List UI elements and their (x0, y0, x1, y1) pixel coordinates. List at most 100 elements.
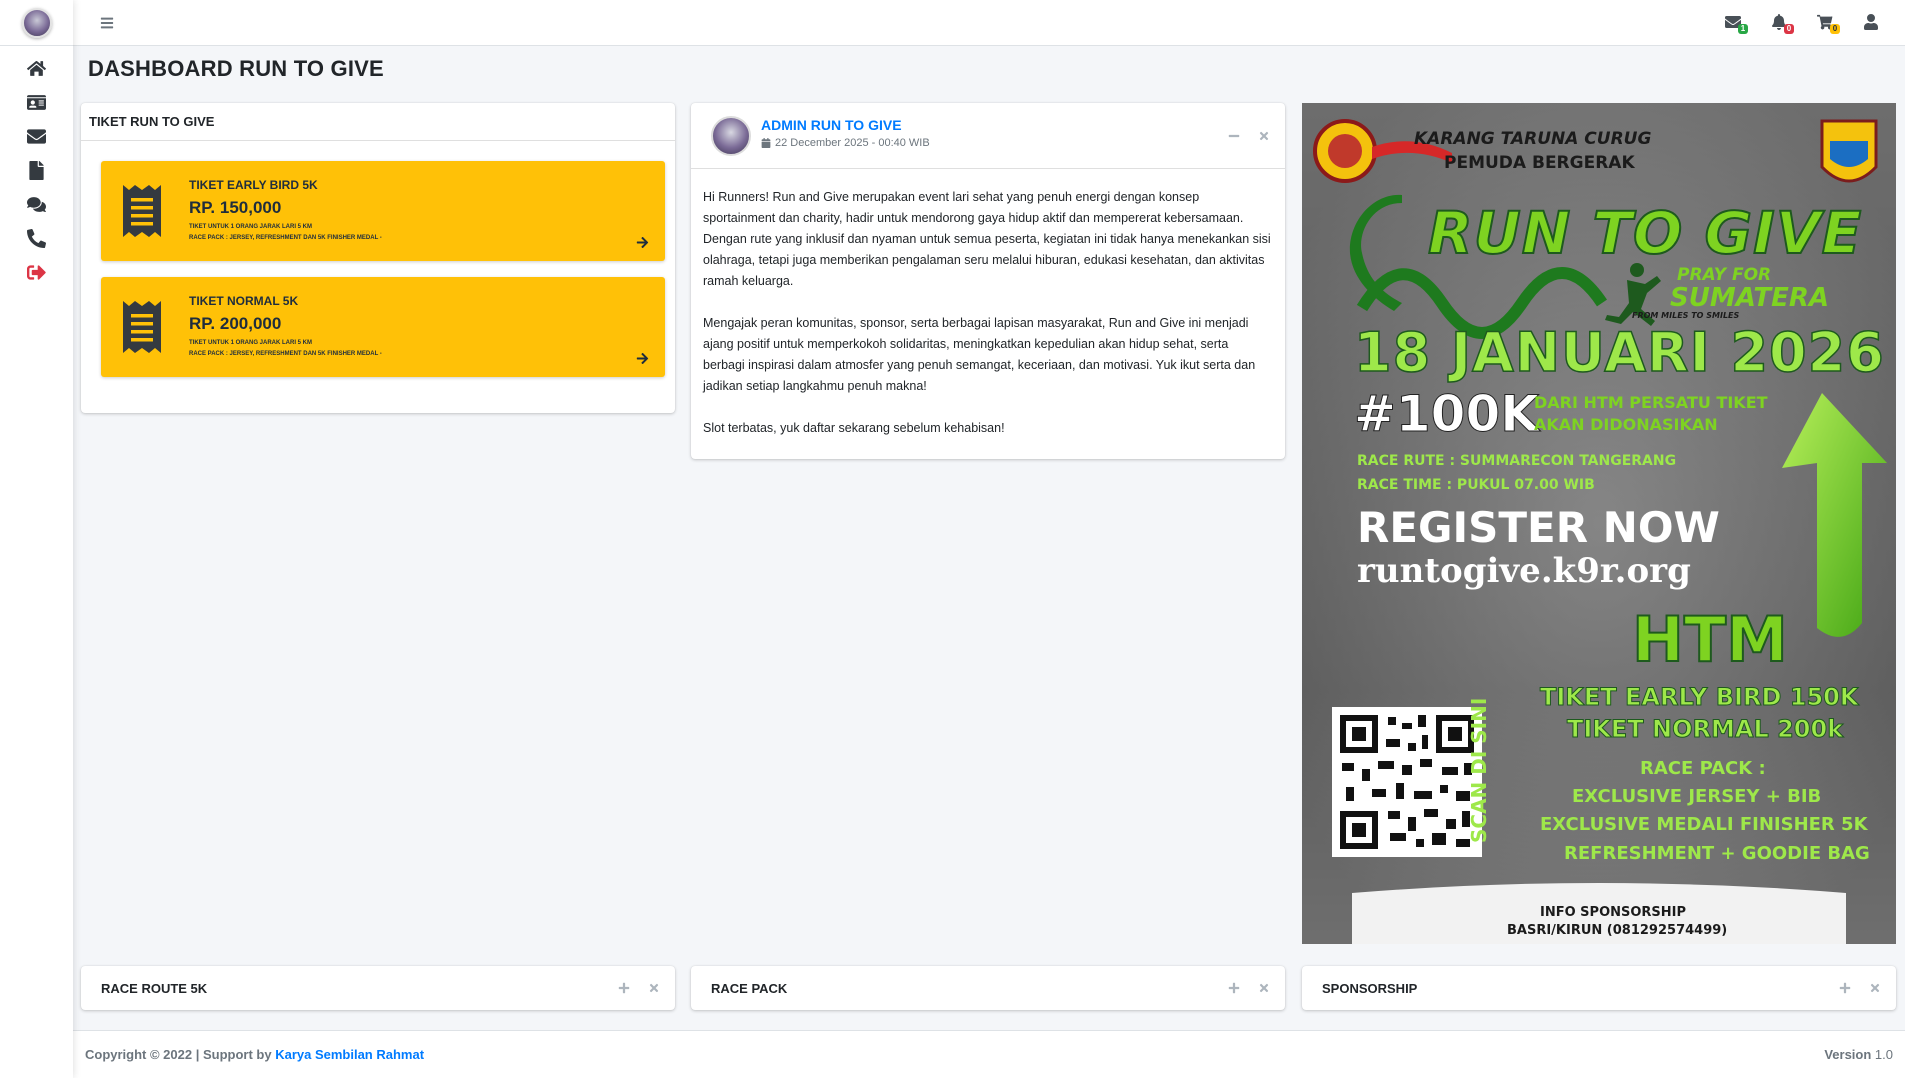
poster-pray: PRAY FOR (1677, 265, 1772, 285)
race-pack-card: RACE PACK (691, 966, 1285, 1010)
post-author[interactable]: ADMIN RUN TO GIVE (761, 117, 902, 133)
messages-button[interactable]: 1 (1719, 8, 1748, 36)
receipt-icon (123, 185, 161, 237)
close-icon (1259, 131, 1269, 140)
plus-icon (618, 982, 630, 994)
card-tools (1227, 966, 1271, 1010)
remove-button[interactable] (647, 981, 661, 995)
event-poster: KARANG TARUNA CURUG PEMUDA BERGERAK RUN … (1302, 103, 1896, 944)
ticket-arrow-button[interactable] (636, 352, 649, 365)
navbar-right-icons: 1 0 0 (1719, 8, 1885, 36)
tickets-card: TIKET RUN TO GIVE TIKET EARLY BIRD 5K RP… (81, 103, 675, 413)
messages-count-badge: 1 (1738, 24, 1748, 34)
poster-racepack-item3: REFRESHMENT + GOODIE BAG (1564, 843, 1870, 864)
ticket-price: RP. 150,000 (189, 198, 282, 217)
plus-icon (1228, 982, 1240, 994)
ticket-name: TIKET NORMAL 5K (189, 294, 299, 308)
sidebar-item-home[interactable] (0, 51, 73, 85)
receipt-icon (123, 301, 161, 353)
poster-sumatera: SUMATERA (1670, 283, 1829, 313)
close-icon (649, 983, 659, 993)
phone-icon (27, 228, 46, 248)
remove-button[interactable] (1257, 129, 1271, 143)
post-paragraph: Hi Runners! Run and Give merupakan event… (703, 190, 1271, 288)
poster-tagline: FROM MILES TO SMILES (1632, 311, 1740, 320)
post-header: ADMIN RUN TO GIVE 22 December 2025 - 00:… (691, 103, 1285, 169)
poster-donation-note2: AKAN DIDONASIKAN (1534, 415, 1718, 434)
home-icon (27, 60, 46, 76)
remove-button[interactable] (1257, 981, 1271, 995)
post-paragraph: Slot terbatas, yuk daftar sekarang sebel… (703, 421, 1005, 435)
poster-htm: HTM (1631, 602, 1789, 677)
id-card-icon (27, 94, 46, 110)
footer-version-label: Version (1824, 1047, 1872, 1062)
ticket-price: RP. 200,000 (189, 314, 282, 333)
poster-donation-note1: DARI HTM PERSATU TIKET (1534, 393, 1768, 412)
ticket-description: TIKET UNTUK 1 ORANG JARAK LARI 5 KM (189, 340, 313, 346)
poster-racepack-item2: EXCLUSIVE MEDALI FINISHER 5K (1540, 814, 1868, 835)
sponsorship-card-title: SPONSORSHIP (1322, 980, 1418, 996)
sidebar-item-logout[interactable] (0, 255, 73, 289)
poster-date: 18 JANUARI 2026 (1353, 320, 1885, 385)
footer-support-link[interactable]: Karya Sembilan Rahmat (275, 1047, 424, 1062)
card-tools (617, 966, 661, 1010)
collapse-button[interactable] (1227, 129, 1241, 143)
file-icon (29, 160, 44, 180)
brand-logo[interactable] (21, 7, 52, 38)
notifications-count-badge: 0 (1784, 24, 1794, 34)
tickets-card-header: TIKET RUN TO GIVE (81, 103, 675, 141)
sidebar-item-mail[interactable] (0, 119, 73, 153)
sidebar-item-chat[interactable] (0, 187, 73, 221)
ticket-normal[interactable]: TIKET NORMAL 5K RP. 200,000 TIKET UNTUK … (101, 277, 665, 377)
poster-org1: KARANG TARUNA CURUG (1414, 129, 1652, 149)
ticket-race-pack: RACE PACK : JERSEY, REFRESHMENT DAN 5K F… (189, 235, 382, 241)
expand-button[interactable] (617, 981, 631, 995)
brand-logo-area[interactable] (0, 0, 73, 46)
race-pack-card-header: RACE PACK (691, 966, 1285, 1010)
footer-version-number: 1.0 (1874, 1047, 1893, 1062)
sidebar (0, 0, 73, 1078)
race-route-card: RACE ROUTE 5K (81, 966, 675, 1010)
sponsorship-card-header: SPONSORSHIP (1302, 966, 1896, 1010)
arrow-right-icon (636, 236, 649, 249)
cart-count-badge: 0 (1830, 24, 1840, 34)
sidebar-item-id-card[interactable] (0, 85, 73, 119)
announcement-card: ADMIN RUN TO GIVE 22 December 2025 - 00:… (691, 103, 1285, 459)
user-icon (1864, 14, 1878, 30)
close-icon (1870, 983, 1880, 993)
tickets-card-title: TIKET RUN TO GIVE (89, 114, 215, 129)
top-navbar: 1 0 0 (73, 0, 1905, 46)
poster-racepack-item1: EXCLUSIVE JERSEY + BIB (1572, 786, 1822, 807)
cart-button[interactable]: 0 (1811, 8, 1840, 36)
ticket-arrow-button[interactable] (636, 236, 649, 249)
avatar (711, 116, 751, 156)
ticket-race-pack: RACE PACK : JERSEY, REFRESHMENT DAN 5K F… (189, 351, 382, 357)
ticket-name: TIKET EARLY BIRD 5K (189, 178, 318, 192)
poster-org2: PEMUDA BERGERAK (1444, 153, 1635, 173)
arrow-right-icon (636, 352, 649, 365)
poster-sponsor-info: INFO SPONSORSHIP (1540, 905, 1687, 920)
race-pack-card-title: RACE PACK (711, 980, 788, 996)
user-menu-button[interactable] (1857, 8, 1885, 36)
card-tools (1838, 966, 1882, 1010)
post-card-tools (1227, 103, 1271, 168)
remove-button[interactable] (1868, 981, 1882, 995)
expand-button[interactable] (1227, 981, 1241, 995)
poster-register: REGISTER NOW (1357, 503, 1720, 552)
race-route-card-title: RACE ROUTE 5K (101, 980, 208, 996)
calendar-icon (761, 138, 771, 148)
comments-icon (27, 196, 46, 212)
close-icon (1259, 983, 1269, 993)
expand-button[interactable] (1838, 981, 1852, 995)
poster-url: runtogive.k9r.org (1357, 551, 1691, 591)
post-paragraph: Mengajak peran komunitas, sponsor, serta… (703, 316, 1256, 393)
poster-normal: TIKET NORMAL 200k (1567, 715, 1844, 744)
menu-toggle-button[interactable] (95, 11, 119, 35)
ticket-early-bird[interactable]: TIKET EARLY BIRD 5K RP. 150,000 TIKET UN… (101, 161, 665, 261)
minus-icon (1228, 134, 1240, 137)
sidebar-item-contact[interactable] (0, 221, 73, 255)
sidebar-item-documents[interactable] (0, 153, 73, 187)
poster-early-bird: TIKET EARLY BIRD 150K (1540, 683, 1859, 712)
plus-icon (1839, 982, 1851, 994)
notifications-button[interactable]: 0 (1765, 8, 1794, 36)
